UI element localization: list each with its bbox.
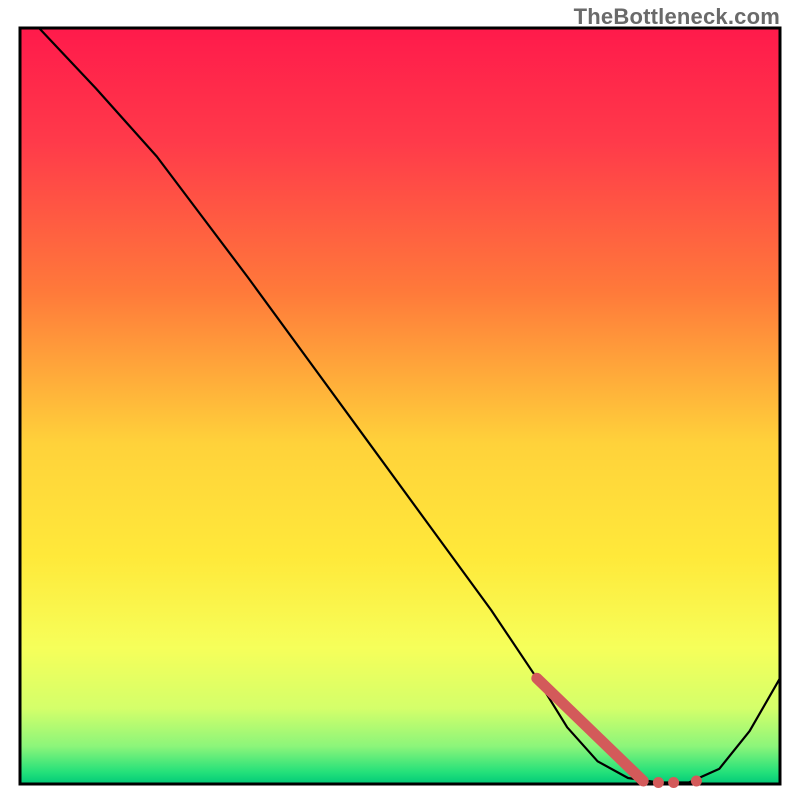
highlight-dot-1	[668, 777, 679, 788]
highlight-dot-0	[653, 777, 664, 788]
watermark-label: TheBottleneck.com	[574, 4, 780, 30]
gradient-background	[20, 28, 780, 784]
highlight-dot-2	[691, 776, 702, 787]
chart-canvas	[0, 0, 800, 800]
bottleneck-chart: TheBottleneck.com	[0, 0, 800, 800]
